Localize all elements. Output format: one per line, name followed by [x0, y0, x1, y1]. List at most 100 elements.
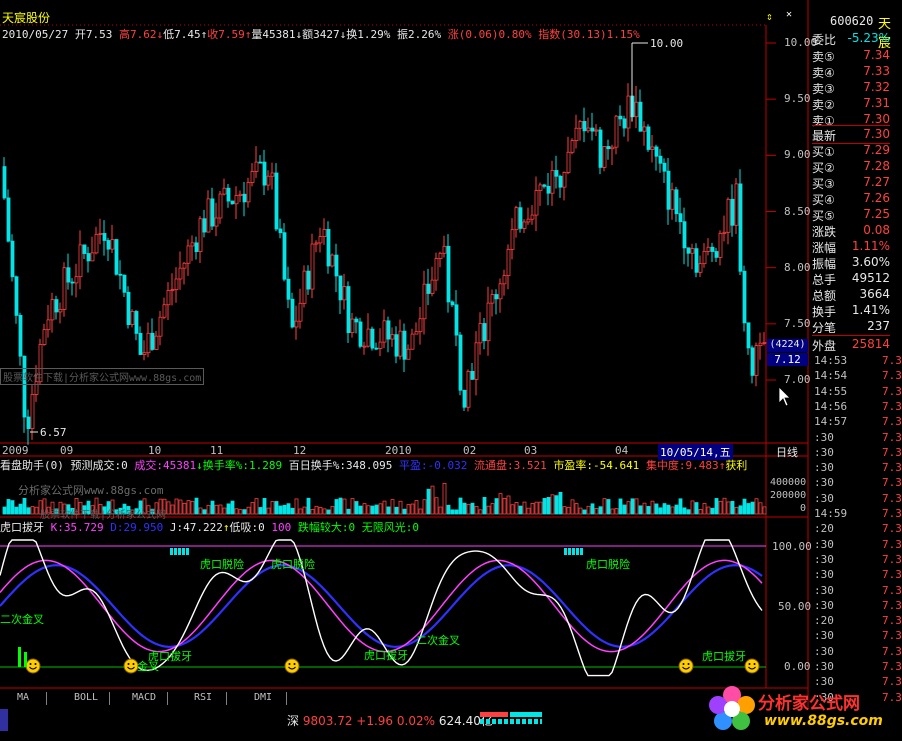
market-index: 深 9803.72 +1.96 0.02% 624.40亿 — [287, 712, 493, 729]
candle — [686, 247, 691, 254]
unlimited-label: 无限风光:0 — [361, 521, 419, 534]
volume-bar — [322, 508, 327, 515]
tick-row: :30 7.31 — [812, 431, 902, 446]
volume-bar — [422, 499, 427, 515]
low-label: 低 — [163, 28, 175, 41]
candle — [446, 245, 451, 303]
tab-rsi[interactable]: RSI — [180, 692, 227, 705]
candle — [322, 229, 327, 237]
candle — [690, 248, 695, 254]
kdj-annotation: 虎口脱险 — [586, 558, 630, 571]
candle — [550, 170, 555, 194]
tab-boll[interactable]: BOLL — [63, 692, 110, 705]
tick-row: :20 7.31 — [812, 522, 902, 537]
smiley-signal-icon — [123, 658, 139, 674]
candle — [454, 304, 459, 336]
volume-bar — [170, 504, 175, 515]
tick-price: 7.30 — [882, 552, 902, 566]
high-value: 7.62 — [129, 28, 157, 41]
volume-bar — [742, 498, 747, 515]
candle — [674, 189, 679, 215]
candle — [174, 278, 179, 290]
volume-bar — [166, 501, 171, 515]
close-icon[interactable]: ✕ — [786, 9, 792, 20]
candle — [102, 233, 107, 241]
period-label[interactable]: 日线 — [776, 444, 798, 460]
volume-bar — [502, 498, 507, 515]
candle — [486, 302, 491, 342]
volume-bar — [174, 498, 179, 515]
quote-stat-value: 0.08 — [863, 223, 890, 237]
candle — [390, 334, 395, 340]
candle — [250, 171, 255, 183]
candle — [186, 245, 191, 264]
volume-bar — [642, 502, 647, 515]
candle — [730, 198, 735, 226]
candle — [622, 118, 627, 129]
watermark-main: 股票软件下载|分析家公式网www.88gs.com — [0, 368, 205, 385]
volume-bar — [310, 508, 315, 515]
volume-bar — [294, 498, 299, 515]
volume-bar — [202, 509, 207, 515]
tick-row: :30 7.30 — [812, 599, 902, 614]
market-name: 深 — [287, 714, 300, 728]
kdj-annotation: 二次金叉 — [0, 613, 44, 626]
volume-bar — [674, 504, 679, 515]
volume-bar — [314, 505, 319, 515]
candle — [46, 319, 51, 331]
candle — [146, 332, 151, 354]
tick-price: 7.31 — [882, 384, 902, 398]
candle — [90, 252, 95, 262]
candle — [546, 185, 551, 194]
date-axis-tick: 11 — [210, 444, 224, 457]
tick-row: 14:56 7.31 — [812, 400, 902, 415]
arrow-up-icon[interactable]: ⇕ — [766, 10, 773, 23]
tick-time: 14:59 — [814, 507, 848, 520]
volume-bar — [722, 497, 727, 515]
volume-bar — [402, 508, 407, 515]
volume-bar — [194, 497, 199, 515]
watermark-volume: 分析家公式网www.88gs.com — [18, 484, 164, 497]
candle — [538, 184, 543, 191]
volume-bar — [198, 507, 203, 515]
amplitude-value: 2.26% — [407, 28, 442, 41]
tick-row: :30 7.30 — [812, 584, 902, 599]
tab-dmi[interactable]: DMI — [240, 692, 287, 705]
volume-bar — [466, 503, 471, 515]
candle — [726, 198, 731, 233]
tick-time: 14:53 — [814, 354, 848, 367]
candle — [590, 127, 595, 132]
kdj-indicator-name[interactable]: 虎口拔牙 — [0, 521, 44, 534]
tick-time: :30 — [814, 598, 834, 612]
volume-bar — [302, 506, 307, 515]
volume-bar — [358, 505, 363, 515]
indicator-name[interactable]: 看盘助手(0) — [0, 459, 64, 472]
candle — [30, 394, 35, 430]
latest-value: 7.30 — [863, 127, 890, 141]
volume-bar — [638, 505, 643, 515]
volume-bar — [426, 488, 431, 515]
quote-stat: 涨跌 0.08 — [812, 222, 890, 239]
volume-bar — [538, 501, 543, 515]
tab-ma[interactable]: MA — [0, 692, 47, 705]
candle — [654, 146, 659, 157]
tick-row: :30 7.31 — [812, 476, 902, 491]
volume-bar — [14, 506, 19, 515]
tick-time: :20 — [814, 522, 834, 536]
tick-price: 7.31 — [882, 476, 902, 490]
sell-order-value: 7.30 — [863, 112, 890, 126]
tick-time: :30 — [814, 461, 834, 475]
quote-stat: 分笔 237 — [812, 318, 890, 335]
market-pct: 0.02% — [396, 714, 436, 728]
candle — [614, 115, 619, 148]
max-price-label: 10.00 — [650, 37, 684, 50]
volume-bar — [526, 507, 531, 515]
candle — [222, 187, 227, 195]
candle — [338, 275, 343, 301]
volume-bar — [394, 506, 399, 515]
kdj-annotation: 金叉 — [137, 660, 159, 673]
tick-time: :20 — [814, 614, 834, 628]
tab-macd[interactable]: MACD — [121, 692, 168, 705]
candle — [50, 299, 55, 321]
candle — [350, 318, 355, 334]
